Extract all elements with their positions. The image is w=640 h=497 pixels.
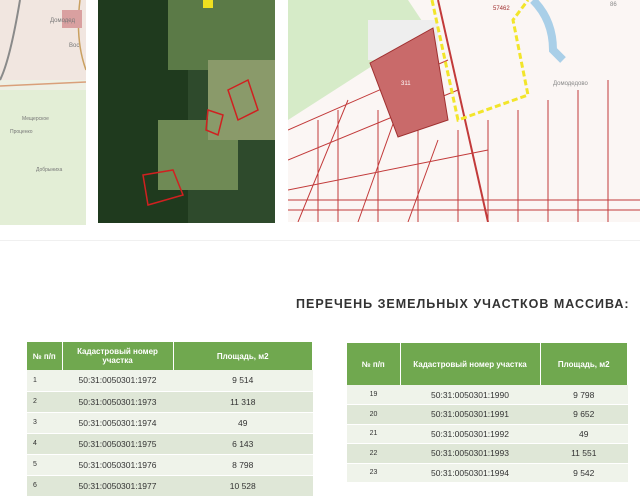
table-row: 2 50:31:0050301:1973 11 318: [27, 391, 313, 413]
map-label: Добрыниха: [36, 167, 62, 173]
table-row: 3 50:31:0050301:1974 49: [27, 412, 313, 434]
cadastral-number: 50:31:0050301:1975: [62, 433, 173, 455]
row-number: 4: [27, 433, 62, 455]
column-header: Площадь, м2: [173, 342, 313, 370]
cadastral-number: 50:31:0050301:1976: [62, 454, 173, 476]
row-number: 21: [347, 424, 400, 444]
area: 8 798: [173, 454, 313, 476]
table-row: 1 50:31:0050301:1972 9 514: [27, 370, 313, 392]
parcel-label: 311: [401, 81, 411, 87]
map-label: Мещерское: [22, 116, 49, 122]
cadastral-number: 50:31:0050301:1991: [400, 404, 540, 425]
column-header: № п/п: [27, 342, 63, 370]
table-row: 21 50:31:0050301:1992 49: [347, 424, 628, 444]
area: 9 798: [540, 385, 628, 405]
table-row: 19 50:31:0050301:1990 9 798: [347, 385, 628, 405]
cadastral-number: 50:31:0050301:1974: [62, 412, 173, 434]
table-row: 6 50:31:0050301:1977 10 528: [27, 475, 313, 497]
map-label: Проценко: [10, 129, 33, 135]
place-label: Домодедово: [553, 81, 588, 87]
parcel-label: 57462: [493, 6, 510, 12]
area: 6 143: [173, 433, 313, 455]
area: 49: [540, 424, 628, 444]
table-row: 5 50:31:0050301:1976 8 798: [27, 454, 313, 476]
row-number: 6: [27, 475, 62, 497]
parcel-label: 86: [610, 2, 617, 8]
satellite-image: [98, 0, 275, 223]
area: 11 551: [540, 443, 628, 464]
overview-map-image: Домодед Вос Мещерское Проценко Добрыниха: [0, 0, 86, 225]
table-row: 20 50:31:0050301:1991 9 652: [347, 404, 628, 425]
row-number: 22: [347, 443, 400, 464]
cadastral-number: 50:31:0050301:1993: [400, 443, 540, 464]
row-number: 1: [27, 370, 62, 392]
parcels-table-right: № п/п Кадастровый номер участка Площадь, м…: [347, 343, 628, 483]
row-number: 20: [347, 404, 400, 425]
row-number: 2: [27, 391, 62, 413]
cadastral-number: 50:31:0050301:1977: [62, 475, 173, 497]
cadastral-map-image: 311 57462 Домодедово 86: [288, 0, 640, 222]
section-divider: [0, 240, 640, 241]
column-header: Кадастровый номер участка: [400, 343, 541, 385]
cadastral-number: 50:31:0050301:1992: [400, 424, 540, 444]
area: 10 528: [173, 475, 313, 497]
row-number: 5: [27, 454, 62, 476]
parcels-table-left: № п/п Кадастровый номер участка Площадь, м…: [27, 342, 313, 497]
cadastral-number: 50:31:0050301:1972: [62, 370, 173, 392]
row-number: 3: [27, 412, 62, 434]
column-header: Кадастровый номер участка: [62, 342, 174, 370]
page-title: ПЕРЕЧЕНЬ ЗЕМЕЛЬНЫХ УЧАСТКОВ МАССИВА:: [296, 297, 630, 311]
column-header: № п/п: [347, 343, 401, 385]
map-label: Вос: [69, 43, 79, 49]
row-number: 19: [347, 385, 400, 405]
map-label: Домодед: [50, 18, 76, 24]
cadastral-number: 50:31:0050301:1990: [400, 385, 540, 405]
column-header: Площадь, м2: [540, 343, 628, 385]
area: 9 652: [540, 404, 628, 425]
table-row: 4 50:31:0050301:1975 6 143: [27, 433, 313, 455]
area: 11 318: [173, 391, 313, 413]
table-row: 22 50:31:0050301:1993 11 551: [347, 443, 628, 464]
area: 49: [173, 412, 313, 434]
cadastral-number: 50:31:0050301:1973: [62, 391, 173, 413]
area: 9 514: [173, 370, 313, 392]
